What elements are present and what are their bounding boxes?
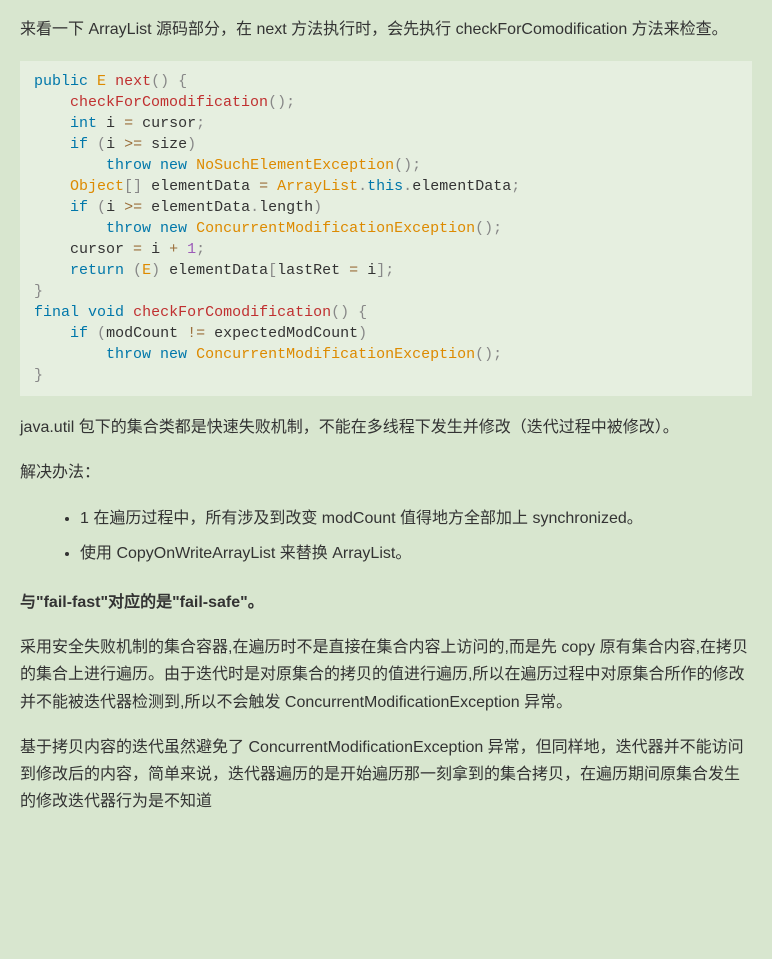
paragraph-3: 解决办法： — [20, 459, 752, 486]
intro-paragraph: 来看一下 ArrayList 源码部分，在 next 方法执行时，会先执行 ch… — [20, 16, 752, 43]
list-item: 1 在遍历过程中，所有涉及到改变 modCount 值得地方全部加上 synch… — [80, 505, 752, 532]
list-item: 使用 CopyOnWriteArrayList 来替换 ArrayList。 — [80, 540, 752, 567]
paragraph-2: java.util 包下的集合类都是快速失败机制，不能在多线程下发生并修改（迭代… — [20, 414, 752, 441]
paragraph-4: 采用安全失败机制的集合容器,在遍历时不是直接在集合内容上访问的,而是先 copy… — [20, 634, 752, 716]
subheading: 与"fail-fast"对应的是"fail-safe"。 — [20, 589, 752, 616]
code-block: public E next() { checkForComodification… — [20, 61, 752, 396]
solution-list: 1 在遍历过程中，所有涉及到改变 modCount 值得地方全部加上 synch… — [80, 505, 752, 567]
paragraph-5: 基于拷贝内容的迭代虽然避免了 ConcurrentModificationExc… — [20, 734, 752, 816]
